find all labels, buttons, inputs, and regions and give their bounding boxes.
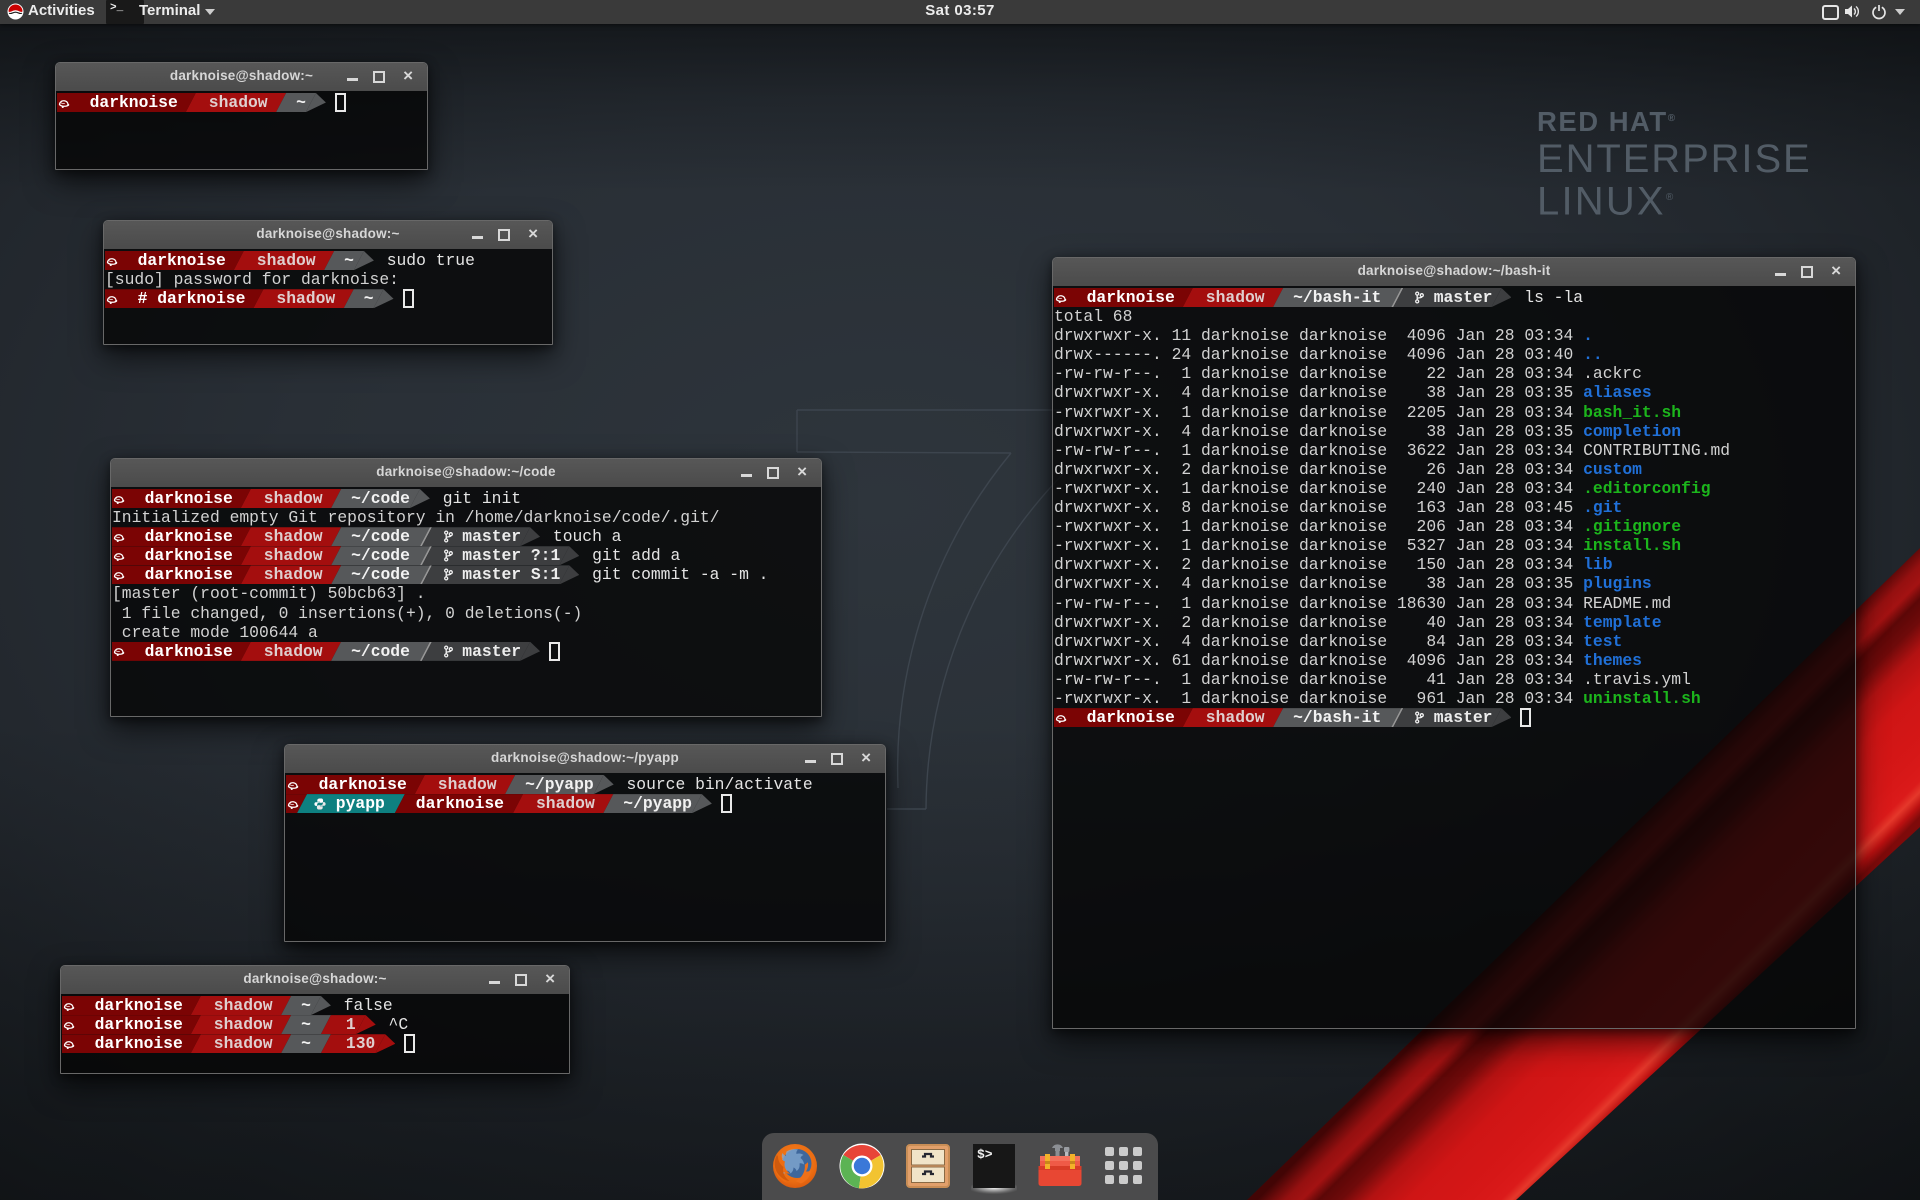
svg-text:$>: $> <box>977 1147 993 1162</box>
